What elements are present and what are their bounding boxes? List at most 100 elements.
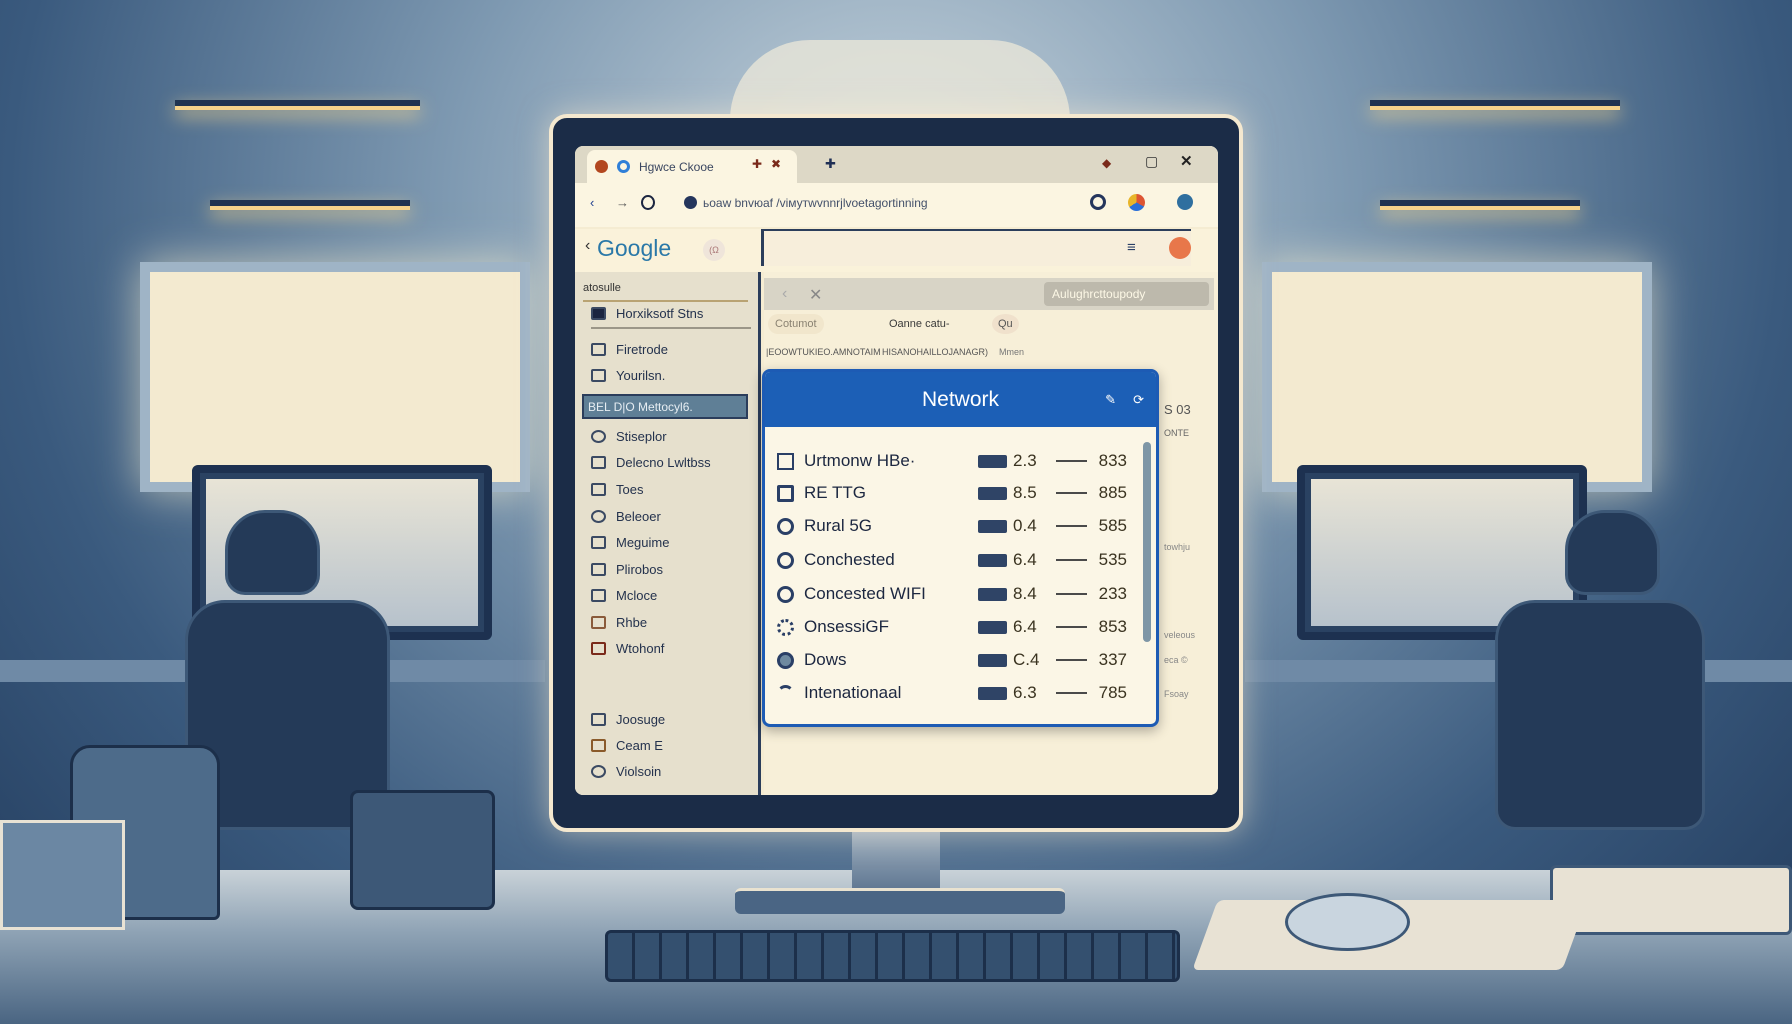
sidebar-item[interactable]: Joosuge [591,712,665,727]
chair-headrest [1565,510,1660,595]
site-info-icon[interactable] [684,196,697,209]
minimize-icon[interactable]: ◆ [1102,156,1111,170]
network-row[interactable]: Intenationaal 6.3 785 [777,678,1127,708]
network-row[interactable]: Conchested 6.4 535 [777,545,1127,575]
network-name: RE TTG [804,483,867,502]
list-icon [591,739,606,752]
ceiling-lamp [1380,200,1580,210]
sidebar-item[interactable]: Mcloce [591,588,657,603]
document-icon [591,343,606,356]
column-header: Mmen [999,347,1025,357]
url-field[interactable]: ьоаw bnvюaf /viмутwvnnrjlvoetagortinning [703,196,928,210]
sidebar-item[interactable]: Toes [591,482,643,497]
sidebar-item[interactable]: Violsoin [591,764,661,779]
network-row[interactable]: Dows C.4 337 [777,645,1127,675]
bars-icon [591,456,606,469]
network-count: 585 [1098,516,1127,535]
reload-icon[interactable] [641,195,655,210]
sidebar-item[interactable]: Meguime [591,535,669,550]
app-icon [591,307,606,320]
pin-icon[interactable]: ✚ [752,157,762,171]
network-name: OnsessiGF [804,617,890,636]
sidebar-item[interactable]: Yourilsn. [591,368,665,383]
address-bar-row: ‹ → ьоаw bnvюaf /viмутwvnnrjlvoetagortin… [575,183,1218,227]
sidebar-item[interactable]: Plirobos [591,562,663,577]
sidebar-item-label: Plirobos [616,562,663,577]
avatar[interactable] [1169,237,1191,259]
network-row[interactable]: RE TTG 8.5 885 [777,478,1127,508]
network-count: 853 [1098,617,1127,636]
books [1550,865,1792,935]
back-chevron-icon[interactable]: ‹ [585,237,590,255]
sidebar-item-label: Stiseplor [616,429,667,444]
side-text: S 03 [1164,402,1191,417]
sidebar-item-selected[interactable]: BEL D|O Mettocyl6. [582,394,748,419]
sidebar-item-label: Beleoer [616,509,661,524]
toolbar-button[interactable]: Aulughrcttoupody [1044,282,1209,306]
network-row[interactable]: Urtmonw HBe· 2.3 833 [777,446,1127,476]
refresh-icon [777,585,794,603]
network-row[interactable]: Concested WIFI 8.4 233 [777,579,1127,609]
signal-arc-icon [777,684,794,702]
chrome-icon[interactable] [1128,194,1145,211]
sidebar-item[interactable]: Stiseplor [591,429,667,444]
column-header: |EOOWTUKIEO.AMNOTAIM [766,347,881,357]
signal-bar [978,620,1008,634]
network-row[interactable]: OnsessiGF 6.4 853 [777,612,1127,642]
sidebar-item-label: Violsoin [616,764,662,779]
back-icon[interactable]: ‹ [590,195,594,210]
network-dialog: Network ✎ ⟳ Urtmonw HBe· 2.3 833 RE TTG 8.5… [762,369,1159,727]
monitor-stand [852,832,940,892]
network-count: 233 [1098,584,1127,603]
sidebar-item[interactable]: Delecno Lwltbss [591,455,711,470]
restore-icon[interactable]: ▢ [1145,153,1158,170]
extension-icon[interactable] [1090,194,1106,210]
sidebar-item[interactable]: Rhbe [591,615,647,630]
sidebar-item-label: Delecno Lwltbss [616,455,711,470]
network-count: 535 [1098,550,1127,569]
signal-bar [978,454,1008,468]
sidebar-item[interactable]: Wtohonf [591,641,664,656]
new-tab-icon[interactable]: ✚ [825,156,836,172]
list-icon [591,589,606,602]
sidebar-item[interactable]: Ceam E [591,738,663,753]
google-header: ‹ Google (Ω ≡ [575,229,1218,272]
sidebar-top-item[interactable]: Horхiksotf Stns [591,306,751,329]
dialog-header: Network ✎ ⟳ [765,372,1156,427]
sidebar-item-label: Ceam E [616,738,663,753]
profile-icon[interactable] [1177,194,1193,210]
sidebar-item[interactable]: Beleoer [591,509,661,524]
filter-label[interactable]: Oanne catu- [889,318,950,330]
network-row[interactable]: Rural 5G 0.4 585 [777,511,1127,541]
side-text: veleous [1164,630,1196,640]
box-icon [591,483,606,496]
browser-logo-icon [595,160,608,173]
mouse [1285,893,1410,951]
signal-bar [978,519,1008,533]
close-icon[interactable]: ✕ [809,285,822,305]
filter-badge[interactable]: Qu [992,314,1019,334]
circle-icon [777,651,794,669]
close-window-icon[interactable]: ✕ [1180,152,1193,170]
forward-icon[interactable]: → [616,195,629,210]
network-value: 8.4 [1013,584,1037,603]
side-text: Fsoay [1164,689,1189,699]
close-tab-icon[interactable]: ✖ [771,157,781,171]
chair-headrest [225,510,320,595]
google-logo[interactable]: Google [597,235,671,262]
dialog-title: Network [921,388,1000,411]
pin-icon[interactable]: ✎ [1105,372,1116,427]
scrollbar[interactable] [1143,442,1151,642]
back-icon[interactable]: ‹ [782,285,787,303]
list-icon [591,536,606,549]
network-value: 0.4 [1013,516,1037,535]
tab-favicon-icon [617,160,630,173]
sidebar-item[interactable]: Firetrode [591,342,668,357]
menu-icon[interactable]: ≡ [1127,239,1136,256]
settings-icon[interactable]: ⟳ [1133,372,1144,427]
office-chair [1495,600,1705,830]
browser-tab[interactable]: Hgwce Ckooe ✚ ✖ [587,150,797,183]
monitor-icon [777,484,794,502]
filter-chip[interactable]: Cotumot [768,314,824,334]
network-count: 885 [1098,483,1127,502]
